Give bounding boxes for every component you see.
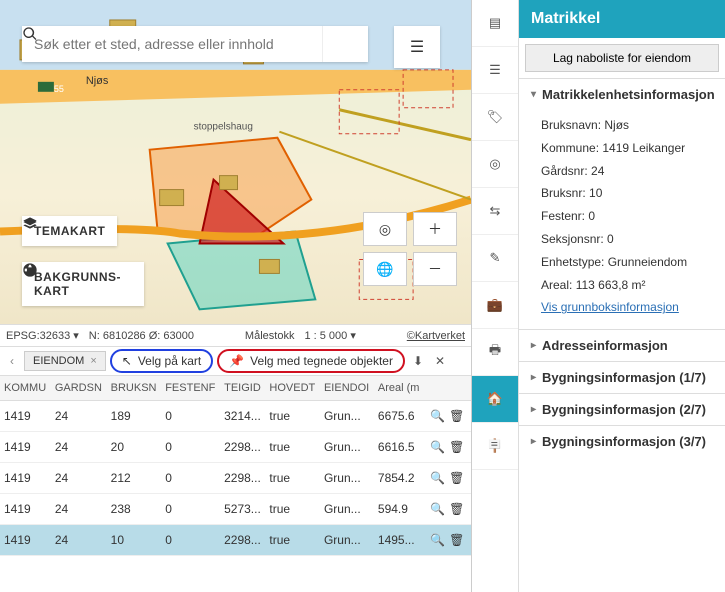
- table-row[interactable]: 14192421202298...trueGrun...7854.2🔍🗑: [0, 463, 471, 494]
- layers-icon: [22, 216, 38, 232]
- section-bygning-2[interactable]: ▸Bygningsinformasjon (2/7): [519, 393, 725, 425]
- sidebar-share-icon[interactable]: ⇆: [472, 188, 518, 235]
- tab-close[interactable]: ×: [90, 355, 96, 367]
- sidebar-tag-icon[interactable]: 🏷: [472, 94, 518, 141]
- row-zoom-icon[interactable]: 🔍: [428, 533, 447, 547]
- temakart-label: TEMAKART: [34, 224, 105, 238]
- row-zoom-icon[interactable]: 🔍: [428, 409, 447, 423]
- zoom-in-button[interactable]: ＋: [413, 212, 457, 246]
- download-button[interactable]: ⬇: [409, 354, 427, 368]
- map-canvas[interactable]: 55 Njøs stoppelshaug: [0, 0, 471, 324]
- tab-prev[interactable]: ‹: [4, 354, 20, 368]
- sidebar-briefcase-icon[interactable]: 💼: [472, 282, 518, 329]
- menu-button[interactable]: ☰: [394, 26, 440, 68]
- svg-text:55: 55: [54, 84, 64, 94]
- section-matrikkel[interactable]: ▾Matrikkelenhetsinformasjon: [519, 78, 725, 110]
- bakgrunnskart-button[interactable]: BAKGRUNNS-KART: [22, 262, 144, 306]
- table-row[interactable]: 1419242002298...trueGrun...6616.5🔍🗑: [0, 432, 471, 463]
- sidebar-home-icon[interactable]: 🏠: [472, 376, 518, 423]
- scale-label: Målestokk: [245, 330, 295, 342]
- row-delete-icon[interactable]: 🗑: [447, 533, 466, 547]
- globe-button[interactable]: 🌐: [363, 252, 407, 286]
- side-panel: Matrikkel Lag naboliste for eiendom ▾Mat…: [519, 0, 725, 592]
- icon-sidebar: ▤ ☰ 🏷 ◎ ⇆ ✎ 💼 🖶 🏠 🪧: [472, 0, 519, 592]
- velg-tegnede-button[interactable]: 📌 Velg med tegnede objekter: [217, 349, 405, 373]
- caret-right-icon: ▸: [531, 436, 536, 447]
- results-toolbar: ‹ EIENDOM × ↖ Velg på kart 📌 Velg med te…: [0, 346, 471, 376]
- table-header: KOMMU GARDSN BRUKSN FESTENF TEIGID HOVED…: [0, 376, 471, 401]
- table-row[interactable]: 14192418903214...trueGrun...6675.6🔍🗑: [0, 401, 471, 432]
- tab-eiendom[interactable]: EIENDOM ×: [24, 351, 106, 371]
- caret-down-icon: ▾: [531, 89, 536, 100]
- sidebar-edit-icon[interactable]: ✎: [472, 235, 518, 282]
- bakgrunnskart-label: BAKGRUNNS-KART: [34, 270, 132, 298]
- row-delete-icon[interactable]: 🗑: [447, 409, 466, 423]
- naboliste-button[interactable]: Lag naboliste for eiendom: [525, 44, 719, 72]
- row-delete-icon[interactable]: 🗑: [447, 502, 466, 516]
- search-input[interactable]: [22, 26, 322, 62]
- caret-right-icon: ▸: [531, 340, 536, 351]
- section-adresse[interactable]: ▸Adresseinformasjon: [519, 329, 725, 361]
- sidebar-details-icon[interactable]: ▤: [472, 0, 518, 47]
- matrikkel-fields: Bruksnavn: Njøs Kommune: 1419 Leikanger …: [519, 110, 725, 329]
- epsg-selector[interactable]: EPSG:32633 ▾: [6, 329, 79, 342]
- close-results-button[interactable]: ✕: [431, 354, 449, 368]
- row-delete-icon[interactable]: 🗑: [447, 471, 466, 485]
- section-bygning-1[interactable]: ▸Bygningsinformasjon (1/7): [519, 361, 725, 393]
- temakart-button[interactable]: TEMAKART: [22, 216, 117, 246]
- table-row[interactable]: 1419241002298...trueGrun...1495...🔍🗑: [0, 525, 471, 556]
- caret-right-icon: ▸: [531, 404, 536, 415]
- pin-icon: 📌: [229, 354, 244, 368]
- sidebar-list-icon[interactable]: ☰: [472, 47, 518, 94]
- row-delete-icon[interactable]: 🗑: [447, 440, 466, 454]
- zoom-out-button[interactable]: －: [413, 252, 457, 286]
- velg-tegnede-label: Velg med tegnede objekter: [250, 354, 393, 368]
- velg-pa-kart-button[interactable]: ↖ Velg på kart: [110, 349, 213, 373]
- pointer-icon: ↖: [122, 354, 132, 368]
- attribution-link[interactable]: ©Kartverket: [407, 330, 465, 342]
- section-bygning-3[interactable]: ▸Bygningsinformasjon (3/7): [519, 425, 725, 457]
- globe-icon: [22, 262, 38, 278]
- velg-pa-kart-label: Velg på kart: [138, 354, 201, 368]
- sidebar-print-icon[interactable]: 🖶: [472, 329, 518, 376]
- scale-selector[interactable]: 1 : 5 000 ▾: [304, 329, 355, 342]
- row-zoom-icon[interactable]: 🔍: [428, 471, 447, 485]
- table-row[interactable]: 14192423805273...trueGrun...594.9🔍🗑: [0, 494, 471, 525]
- row-zoom-icon[interactable]: 🔍: [428, 440, 447, 454]
- svg-text:Njøs: Njøs: [86, 75, 109, 87]
- caret-right-icon: ▸: [531, 372, 536, 383]
- status-bar: EPSG:32633 ▾ N: 6810286 Ø: 63000 Målesto…: [0, 324, 471, 346]
- grunnbok-link[interactable]: Vis grunnboksinformasjon: [541, 296, 713, 319]
- row-zoom-icon[interactable]: 🔍: [428, 502, 447, 516]
- search-button[interactable]: [322, 26, 368, 62]
- search-box: [22, 26, 368, 62]
- results-table: KOMMU GARDSN BRUKSN FESTENF TEIGID HOVED…: [0, 376, 471, 592]
- tab-label: EIENDOM: [33, 355, 84, 367]
- panel-title: Matrikkel: [519, 0, 725, 38]
- sidebar-signpost-icon[interactable]: 🪧: [472, 423, 518, 470]
- coordinates: N: 6810286 Ø: 63000: [89, 330, 194, 342]
- sidebar-target-icon[interactable]: ◎: [472, 141, 518, 188]
- locate-button[interactable]: ◎: [363, 212, 407, 246]
- map-controls: ◎ ＋ 🌐 －: [363, 212, 457, 286]
- svg-text:stoppelshaug: stoppelshaug: [194, 122, 253, 133]
